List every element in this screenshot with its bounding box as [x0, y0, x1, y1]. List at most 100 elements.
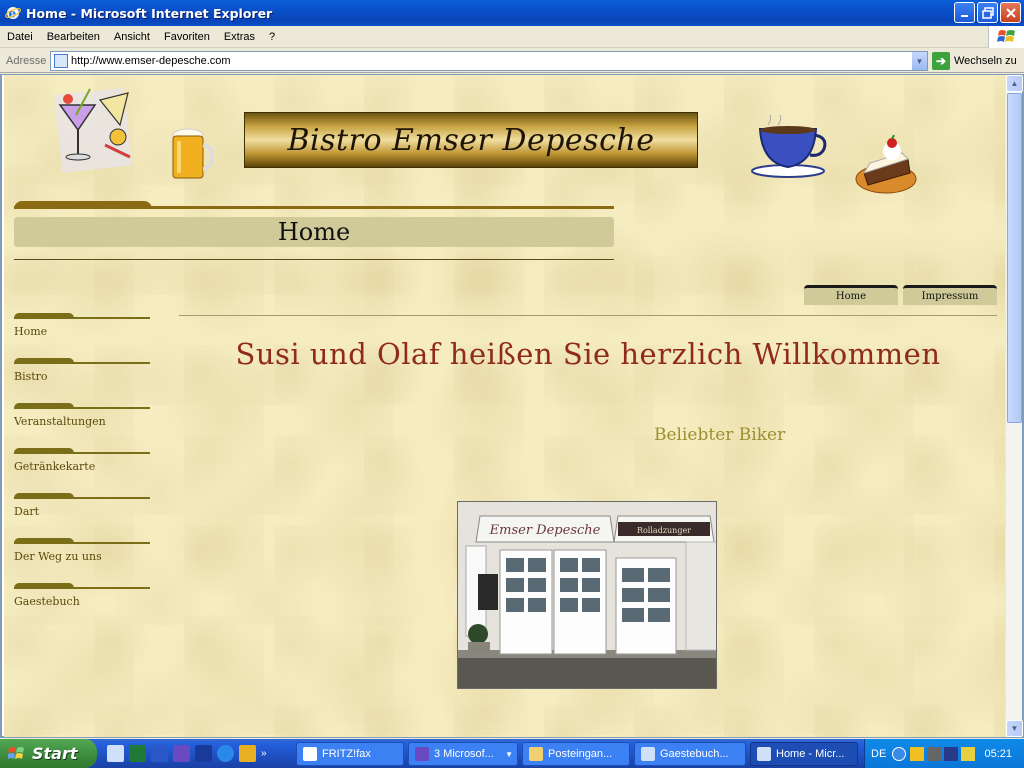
menu-favoriten[interactable]: Favoriten	[157, 31, 217, 43]
internet-explorer-icon: e	[5, 5, 21, 21]
taskbar-button-microsoft[interactable]: 3 Microsof... ▼	[408, 742, 518, 766]
nav-label-getraenkekarte[interactable]: Getränkekarte	[14, 460, 95, 473]
nav-line	[14, 587, 150, 589]
nav-line	[14, 452, 150, 454]
address-input[interactable]: http://www.emser-depesche.com ▼	[50, 51, 928, 71]
close-button[interactable]	[1000, 2, 1021, 23]
taskbar-button-home[interactable]: Home - Micr...	[750, 742, 858, 766]
welcome-heading: Susi und Olaf heißen Sie herzlich Willko…	[235, 337, 941, 371]
go-label: Wechseln zu	[954, 55, 1017, 67]
taskbar-label: Gaestebuch...	[660, 748, 729, 760]
window-title: Home - Microsoft Internet Explorer	[26, 5, 273, 21]
beer-mug-icon	[168, 127, 216, 183]
address-bar: Adresse http://www.emser-depesche.com ▼ …	[0, 49, 1024, 73]
coffee-cup-icon	[748, 114, 830, 179]
tray-network-icon[interactable]	[927, 746, 942, 761]
menu-extras[interactable]: Extras	[217, 31, 262, 43]
language-indicator[interactable]: DE	[871, 748, 886, 760]
subtitle-text: Beliebter Biker	[654, 425, 786, 445]
address-label: Adresse	[6, 54, 47, 67]
web-page: Bistro Emser Depesche Home Home Impressu…	[4, 75, 1006, 737]
top-tab-impressum-label: Impressum	[921, 291, 979, 302]
nav-line	[14, 497, 150, 499]
start-button[interactable]: Start	[0, 739, 97, 768]
nav-label-bistro[interactable]: Bistro	[14, 370, 48, 383]
menu-bearbeiten[interactable]: Bearbeiten	[40, 31, 107, 43]
scroll-thumb[interactable]	[1007, 93, 1022, 423]
network-icon[interactable]	[107, 745, 124, 762]
photo-sign-left: Emser Depesche	[489, 523, 601, 538]
taskbar: Start » FRITZ!fax 3 Microsof... ▼ Postei…	[0, 739, 1024, 768]
menu-ansicht[interactable]: Ansicht	[107, 31, 157, 43]
top-tab-impressum[interactable]: Impressum	[903, 285, 997, 305]
photo-sign-right: Rolladzunger	[637, 526, 691, 535]
nav-line	[14, 407, 150, 409]
tray-collapse-icon[interactable]	[892, 746, 907, 761]
nav-line	[14, 317, 150, 319]
taskbar-button-gaestebuch[interactable]: Gaestebuch...	[634, 742, 746, 766]
nav-label-gaestebuch[interactable]: Gaestebuch	[14, 595, 80, 608]
taskbar-button-fritzfax[interactable]: FRITZ!fax	[296, 742, 404, 766]
page-icon	[54, 54, 68, 68]
taskbar-button-posteingang[interactable]: Posteingan...	[522, 742, 630, 766]
tray-1und1-icon[interactable]	[944, 746, 959, 761]
site-banner: Bistro Emser Depesche	[244, 112, 698, 168]
content-divider	[179, 315, 997, 316]
scroll-up-button[interactable]: ▲	[1006, 75, 1023, 92]
nav-label-der-weg-zu-uns[interactable]: Der Weg zu uns	[14, 550, 102, 563]
window-title-bar[interactable]: e Home - Microsoft Internet Explorer	[0, 0, 1024, 26]
cake-slice-icon	[854, 134, 918, 197]
browser-viewport: Bistro Emser Depesche Home Home Impressu…	[0, 74, 1024, 738]
menu-help[interactable]: ?	[262, 31, 282, 43]
header-line-bottom	[14, 259, 614, 260]
page-title: Home	[277, 218, 351, 246]
app-group-icon	[415, 747, 429, 761]
word-icon[interactable]	[195, 745, 212, 762]
inbox-icon	[529, 747, 543, 761]
taskbar-label: Posteingan...	[548, 748, 613, 760]
windows-flag-icon	[8, 746, 26, 762]
tray-misc-icon[interactable]	[961, 746, 976, 761]
nav-label-dart[interactable]: Dart	[14, 505, 39, 518]
cocktail-clipart-icon	[50, 85, 140, 175]
system-tray: DE 05:21	[864, 739, 1024, 768]
top-tab-home[interactable]: Home	[804, 285, 898, 305]
header-line-top	[14, 206, 614, 209]
app-icon[interactable]	[173, 745, 190, 762]
go-arrow-icon: ➔	[932, 52, 950, 70]
go-button[interactable]: ➔ Wechseln zu	[932, 52, 1017, 70]
ie-quicklaunch-icon[interactable]	[217, 745, 234, 762]
minimize-button[interactable]	[954, 2, 975, 23]
fax-icon	[303, 747, 317, 761]
menu-bar: Datei Bearbeiten Ansicht Favoriten Extra…	[0, 26, 1024, 48]
taskbar-label: Home - Micr...	[776, 748, 845, 760]
expand-quicklaunch-icon[interactable]: »	[261, 748, 267, 759]
restore-button[interactable]	[977, 2, 998, 23]
group-dropdown-icon: ▼	[505, 749, 513, 759]
taskbar-label: 3 Microsof...	[434, 748, 494, 760]
browser-window-icon	[757, 747, 771, 761]
start-label: Start	[32, 744, 78, 763]
nav-line	[14, 362, 150, 364]
nav-label-home[interactable]: Home	[14, 325, 47, 338]
browser-window-icon	[641, 747, 655, 761]
taskbar-label: FRITZ!fax	[322, 748, 371, 760]
tray-app-icon[interactable]	[910, 746, 925, 761]
windows-logo-icon	[988, 26, 1024, 48]
scroll-down-button[interactable]: ▼	[1006, 720, 1023, 737]
vertical-scrollbar[interactable]: ▲ ▼	[1005, 75, 1023, 737]
address-url[interactable]: http://www.emser-depesche.com	[71, 55, 231, 67]
menu-datei[interactable]: Datei	[0, 31, 40, 43]
page-header-bar: Home	[14, 217, 614, 247]
top-tab-home-label: Home	[835, 291, 867, 302]
clock: 05:21	[984, 747, 1012, 760]
nav-line	[14, 542, 150, 544]
quick-launch: »	[107, 745, 267, 762]
media-icon[interactable]	[239, 745, 256, 762]
outlook-icon[interactable]	[151, 745, 168, 762]
address-dropdown-button[interactable]: ▼	[911, 52, 927, 70]
bistro-storefront-photo: Emser Depesche Rolladzunger	[457, 501, 717, 689]
banner-text: Bistro Emser Depesche	[287, 122, 655, 158]
nav-label-veranstaltungen[interactable]: Veranstaltungen	[14, 415, 106, 428]
excel-icon[interactable]	[129, 745, 146, 762]
